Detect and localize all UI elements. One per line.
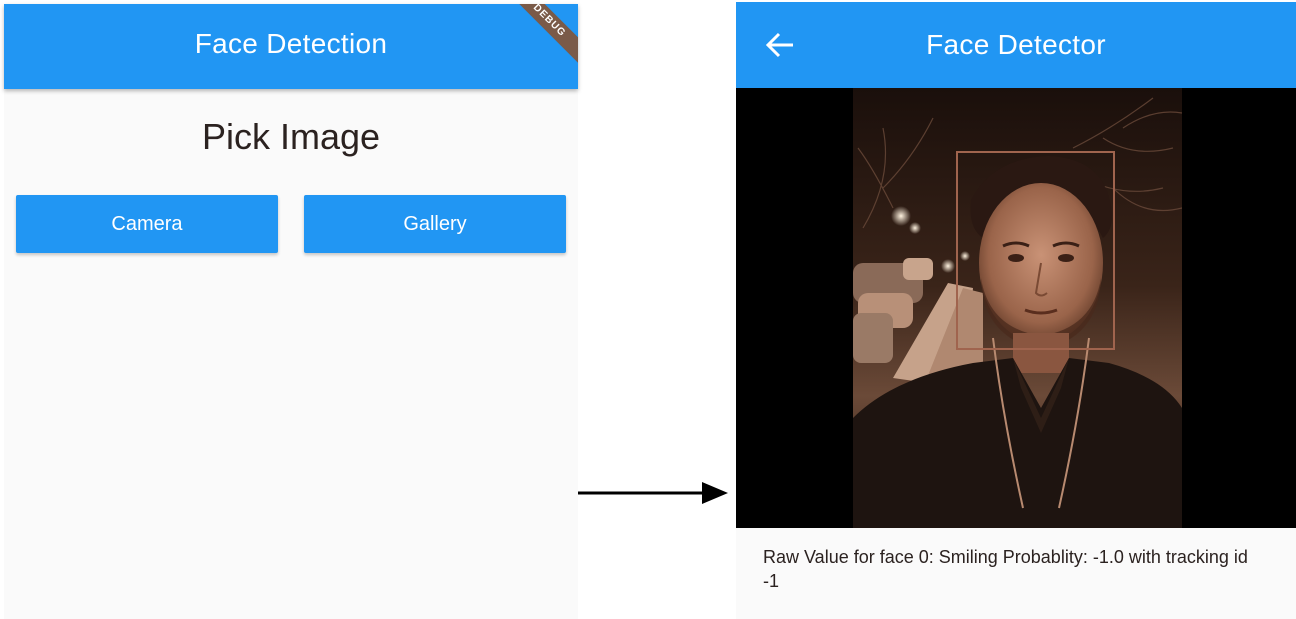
pick-image-screen: Face Detection DEBUG Pick Image Camera G… xyxy=(4,4,578,619)
app-bar-title: Face Detector xyxy=(926,29,1106,60)
pick-image-heading: Pick Image xyxy=(201,116,381,157)
app-bar-title: Face Detection xyxy=(194,28,388,59)
app-bar: Face Detector xyxy=(736,2,1296,88)
detection-result-text: Raw Value for face 0: Smiling Probablity… xyxy=(763,547,1248,591)
face-detector-screen: Face Detector Raw Value for face 0: Smil… xyxy=(736,2,1296,619)
camera-button[interactable]: Camera xyxy=(16,195,278,253)
app-bar: Face Detection DEBUG xyxy=(4,4,578,89)
image-preview xyxy=(736,88,1296,528)
face-bounding-box xyxy=(956,151,1115,350)
gallery-button[interactable]: Gallery xyxy=(304,195,566,253)
flow-arrow-icon xyxy=(578,482,728,504)
